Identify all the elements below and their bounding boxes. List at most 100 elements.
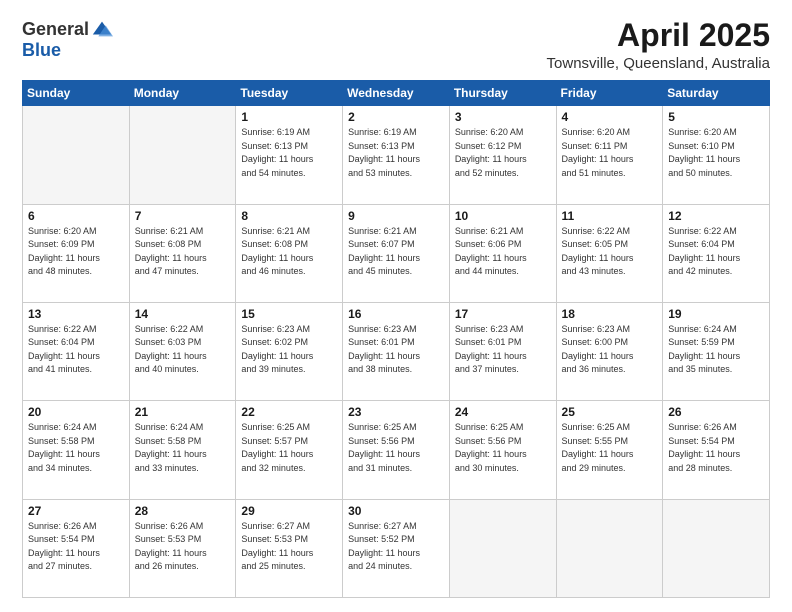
day-info: Sunrise: 6:21 AM Sunset: 6:08 PM Dayligh… [241, 225, 337, 279]
calendar-cell: 14 Sunrise: 6:22 AM Sunset: 6:03 PM Dayli… [129, 302, 236, 400]
day-info: Sunrise: 6:20 AM Sunset: 6:10 PM Dayligh… [668, 126, 764, 180]
day-number: 9 [348, 209, 444, 223]
calendar-cell: 9 Sunrise: 6:21 AM Sunset: 6:07 PM Daylig… [343, 204, 450, 302]
day-number: 30 [348, 504, 444, 518]
day-info: Sunrise: 6:22 AM Sunset: 6:04 PM Dayligh… [28, 323, 124, 377]
header: General Blue April 2025 Townsville, Quee… [22, 18, 770, 72]
calendar-week-4: 27 Sunrise: 6:26 AM Sunset: 5:54 PM Dayli… [23, 499, 770, 597]
calendar-cell: 2 Sunrise: 6:19 AM Sunset: 6:13 PM Daylig… [343, 106, 450, 204]
calendar-cell: 8 Sunrise: 6:21 AM Sunset: 6:08 PM Daylig… [236, 204, 343, 302]
logo: General Blue [22, 18, 113, 61]
calendar-cell: 22Sunrise: 6:25 AM Sunset: 5:57 PM Dayli… [236, 401, 343, 499]
calendar-week-2: 13 Sunrise: 6:22 AM Sunset: 6:04 PM Dayli… [23, 302, 770, 400]
calendar-cell: 19 Sunrise: 6:24 AM Sunset: 5:59 PM Dayli… [663, 302, 770, 400]
day-number: 18 [562, 307, 658, 321]
col-thursday: Thursday [449, 81, 556, 106]
day-info: Sunrise: 6:20 AM Sunset: 6:11 PM Dayligh… [562, 126, 658, 180]
day-number: 17 [455, 307, 551, 321]
calendar-cell: 1Sunrise: 6:19 AM Sunset: 6:13 PM Daylig… [236, 106, 343, 204]
day-number: 27 [28, 504, 124, 518]
title-block: April 2025 Townsville, Queensland, Austr… [547, 18, 770, 72]
day-number: 15 [241, 307, 337, 321]
header-row: Sunday Monday Tuesday Wednesday Thursday… [23, 81, 770, 106]
day-info: Sunrise: 6:26 AM Sunset: 5:54 PM Dayligh… [28, 520, 124, 574]
day-number: 5 [668, 110, 764, 124]
day-info: Sunrise: 6:26 AM Sunset: 5:54 PM Dayligh… [668, 421, 764, 475]
calendar-cell: 28 Sunrise: 6:26 AM Sunset: 5:53 PM Dayli… [129, 499, 236, 597]
day-number: 24 [455, 405, 551, 419]
day-number: 21 [135, 405, 231, 419]
calendar-cell: 26 Sunrise: 6:26 AM Sunset: 5:54 PM Dayli… [663, 401, 770, 499]
calendar-body: 1Sunrise: 6:19 AM Sunset: 6:13 PM Daylig… [23, 106, 770, 598]
day-info: Sunrise: 6:22 AM Sunset: 6:03 PM Dayligh… [135, 323, 231, 377]
day-number: 12 [668, 209, 764, 223]
calendar-cell [663, 499, 770, 597]
calendar-cell: 11 Sunrise: 6:22 AM Sunset: 6:05 PM Dayli… [556, 204, 663, 302]
calendar-cell: 6 Sunrise: 6:20 AM Sunset: 6:09 PM Daylig… [23, 204, 130, 302]
day-info: Sunrise: 6:22 AM Sunset: 6:04 PM Dayligh… [668, 225, 764, 279]
day-info: Sunrise: 6:19 AM Sunset: 6:13 PM Dayligh… [241, 126, 337, 180]
day-info: Sunrise: 6:24 AM Sunset: 5:59 PM Dayligh… [668, 323, 764, 377]
col-monday: Monday [129, 81, 236, 106]
day-info: Sunrise: 6:20 AM Sunset: 6:09 PM Dayligh… [28, 225, 124, 279]
day-info: Sunrise: 6:27 AM Sunset: 5:52 PM Dayligh… [348, 520, 444, 574]
logo-blue-text: Blue [22, 40, 61, 61]
location: Townsville, Queensland, Australia [547, 55, 770, 72]
calendar-cell: 27 Sunrise: 6:26 AM Sunset: 5:54 PM Dayli… [23, 499, 130, 597]
day-info: Sunrise: 6:21 AM Sunset: 6:07 PM Dayligh… [348, 225, 444, 279]
calendar-week-0: 1Sunrise: 6:19 AM Sunset: 6:13 PM Daylig… [23, 106, 770, 204]
day-number: 20 [28, 405, 124, 419]
calendar-week-3: 20 Sunrise: 6:24 AM Sunset: 5:58 PM Dayli… [23, 401, 770, 499]
day-info: Sunrise: 6:26 AM Sunset: 5:53 PM Dayligh… [135, 520, 231, 574]
day-number: 6 [28, 209, 124, 223]
calendar-cell: 7Sunrise: 6:21 AM Sunset: 6:08 PM Daylig… [129, 204, 236, 302]
day-number: 22 [241, 405, 337, 419]
col-wednesday: Wednesday [343, 81, 450, 106]
calendar-cell: 13 Sunrise: 6:22 AM Sunset: 6:04 PM Dayli… [23, 302, 130, 400]
day-number: 4 [562, 110, 658, 124]
calendar-cell: 4 Sunrise: 6:20 AM Sunset: 6:11 PM Daylig… [556, 106, 663, 204]
calendar-cell: 10 Sunrise: 6:21 AM Sunset: 6:06 PM Dayli… [449, 204, 556, 302]
day-number: 23 [348, 405, 444, 419]
day-info: Sunrise: 6:23 AM Sunset: 6:00 PM Dayligh… [562, 323, 658, 377]
day-number: 29 [241, 504, 337, 518]
day-number: 11 [562, 209, 658, 223]
calendar-cell: 17Sunrise: 6:23 AM Sunset: 6:01 PM Dayli… [449, 302, 556, 400]
day-info: Sunrise: 6:25 AM Sunset: 5:56 PM Dayligh… [455, 421, 551, 475]
day-info: Sunrise: 6:24 AM Sunset: 5:58 PM Dayligh… [135, 421, 231, 475]
col-sunday: Sunday [23, 81, 130, 106]
calendar-cell: 12 Sunrise: 6:22 AM Sunset: 6:04 PM Dayli… [663, 204, 770, 302]
day-number: 14 [135, 307, 231, 321]
calendar-cell: 3Sunrise: 6:20 AM Sunset: 6:12 PM Daylig… [449, 106, 556, 204]
calendar-cell: 18 Sunrise: 6:23 AM Sunset: 6:00 PM Dayli… [556, 302, 663, 400]
day-number: 28 [135, 504, 231, 518]
day-info: Sunrise: 6:24 AM Sunset: 5:58 PM Dayligh… [28, 421, 124, 475]
day-info: Sunrise: 6:23 AM Sunset: 6:02 PM Dayligh… [241, 323, 337, 377]
calendar-cell [556, 499, 663, 597]
day-number: 2 [348, 110, 444, 124]
day-info: Sunrise: 6:21 AM Sunset: 6:08 PM Dayligh… [135, 225, 231, 279]
calendar-table: Sunday Monday Tuesday Wednesday Thursday… [22, 80, 770, 598]
day-number: 3 [455, 110, 551, 124]
day-number: 8 [241, 209, 337, 223]
calendar-cell [23, 106, 130, 204]
page: General Blue April 2025 Townsville, Quee… [0, 0, 792, 612]
day-number: 19 [668, 307, 764, 321]
day-info: Sunrise: 6:25 AM Sunset: 5:55 PM Dayligh… [562, 421, 658, 475]
calendar-header: Sunday Monday Tuesday Wednesday Thursday… [23, 81, 770, 106]
col-friday: Friday [556, 81, 663, 106]
calendar-cell [129, 106, 236, 204]
day-number: 13 [28, 307, 124, 321]
month-title: April 2025 [547, 18, 770, 53]
day-info: Sunrise: 6:22 AM Sunset: 6:05 PM Dayligh… [562, 225, 658, 279]
calendar-cell [449, 499, 556, 597]
day-number: 26 [668, 405, 764, 419]
day-info: Sunrise: 6:21 AM Sunset: 6:06 PM Dayligh… [455, 225, 551, 279]
logo-icon [91, 18, 113, 40]
day-info: Sunrise: 6:19 AM Sunset: 6:13 PM Dayligh… [348, 126, 444, 180]
calendar-cell: 5 Sunrise: 6:20 AM Sunset: 6:10 PM Daylig… [663, 106, 770, 204]
calendar-cell: 25Sunrise: 6:25 AM Sunset: 5:55 PM Dayli… [556, 401, 663, 499]
calendar-cell: 29Sunrise: 6:27 AM Sunset: 5:53 PM Dayli… [236, 499, 343, 597]
day-number: 10 [455, 209, 551, 223]
day-info: Sunrise: 6:23 AM Sunset: 6:01 PM Dayligh… [348, 323, 444, 377]
